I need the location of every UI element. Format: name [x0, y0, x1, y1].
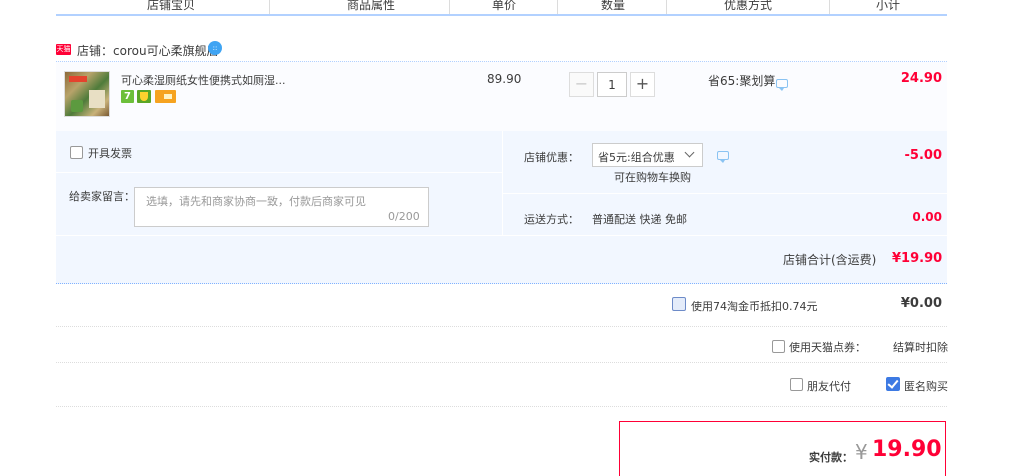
unit-price: 89.90	[487, 72, 522, 86]
guarantee-shield-icon[interactable]	[137, 90, 151, 103]
column-divider	[269, 0, 270, 14]
shop-name[interactable]: 店铺：corou可心柔旗舰店	[77, 42, 219, 59]
column-header-attributes: 商品属性	[346, 0, 395, 12]
coupon-note: 可在购物车换购	[614, 171, 691, 184]
shop-name-link[interactable]: corou可心柔旗舰店	[113, 44, 219, 58]
column-header-subtotal: 小计	[875, 0, 900, 12]
tmall-points-value: 结算时扣除	[893, 341, 948, 354]
shipping-label: 运送方式：	[524, 213, 579, 226]
discount-method: 省65:聚划算	[708, 74, 776, 88]
seller-message-label: 给卖家留言：	[69, 190, 135, 203]
shop-total-value: ¥19.90	[892, 251, 943, 266]
friend-pay-checkbox[interactable]	[790, 378, 803, 391]
message-char-count: 0/200	[388, 210, 420, 223]
divider	[56, 172, 502, 173]
thumbnail-detail	[89, 90, 105, 108]
product-thumbnail[interactable]	[64, 71, 110, 117]
tmall-points-label: 使用天猫点券：	[789, 341, 866, 354]
actual-payment-label: 实付款：	[809, 451, 853, 464]
thumbnail-detail	[71, 100, 83, 112]
quantity-increase-button[interactable]: +	[630, 72, 655, 97]
tmall-points-checkbox[interactable]	[772, 340, 785, 353]
quantity-decrease-button[interactable]: −	[569, 72, 594, 97]
column-header-discount: 优惠方式	[723, 0, 772, 12]
product-title-link[interactable]: 可心柔湿厕纸女性便携式如厕湿...	[121, 72, 286, 88]
shop-total-label: 店铺合计(含运费)	[783, 253, 877, 267]
coupon-amount: -5.00	[904, 148, 942, 163]
shipping-method: 普通配送 快递 免邮	[592, 213, 687, 226]
column-header-item: 店铺宝贝	[146, 0, 195, 12]
anonymous-purchase-checkbox[interactable]	[886, 377, 900, 391]
thumbnail-detail	[69, 76, 87, 82]
shipping-amount: 0.00	[912, 210, 942, 224]
divider	[503, 193, 947, 194]
seven-day-return-icon[interactable]: 7	[121, 90, 134, 103]
divider	[56, 235, 947, 236]
taobao-coins-checkbox[interactable]	[672, 297, 686, 311]
column-divider	[666, 0, 667, 14]
column-header-quantity: 数量	[600, 0, 625, 12]
friend-pay-label: 朋友代付	[807, 380, 851, 393]
discount-info-icon[interactable]	[776, 79, 788, 91]
divider	[56, 362, 947, 363]
column-divider	[557, 0, 558, 14]
wangwang-chat-icon[interactable]: ::	[208, 41, 222, 55]
seller-message-placeholder: 选填，请先和商家协商一致，付款后商家可见	[146, 195, 366, 208]
quantity-input[interactable]	[597, 72, 627, 97]
shop-label: 店铺：	[77, 44, 114, 58]
divider	[56, 326, 947, 327]
invoice-label: 开具发票	[88, 147, 132, 160]
invoice-checkbox[interactable]	[70, 146, 83, 159]
shop-coupon-label: 店铺优惠：	[524, 151, 579, 164]
taobao-coins-amount: ¥0.00	[900, 296, 942, 311]
divider	[56, 406, 947, 407]
column-header-unit-price: 单价	[491, 0, 516, 12]
shop-coupon-selected: 省5元:组合优惠	[598, 151, 675, 164]
coupon-info-icon[interactable]	[717, 151, 729, 163]
column-divider	[449, 0, 450, 14]
taobao-coins-label: 使用74淘金币抵扣0.74元	[691, 300, 818, 313]
quantity-stepper: − +	[569, 72, 655, 97]
column-divider	[829, 0, 830, 14]
actual-payment-value: 19.90	[872, 437, 942, 462]
anonymous-purchase-label: 匿名购买	[904, 380, 948, 393]
divider	[502, 131, 503, 235]
currency-symbol: ¥	[855, 440, 868, 464]
tmall-shop-icon: 天猫	[56, 44, 71, 55]
item-subtotal: 24.90	[900, 71, 942, 86]
credit-card-icon[interactable]	[155, 90, 176, 103]
order-table-header: 店铺宝贝 商品属性 单价 数量 优惠方式 小计	[56, 0, 947, 16]
